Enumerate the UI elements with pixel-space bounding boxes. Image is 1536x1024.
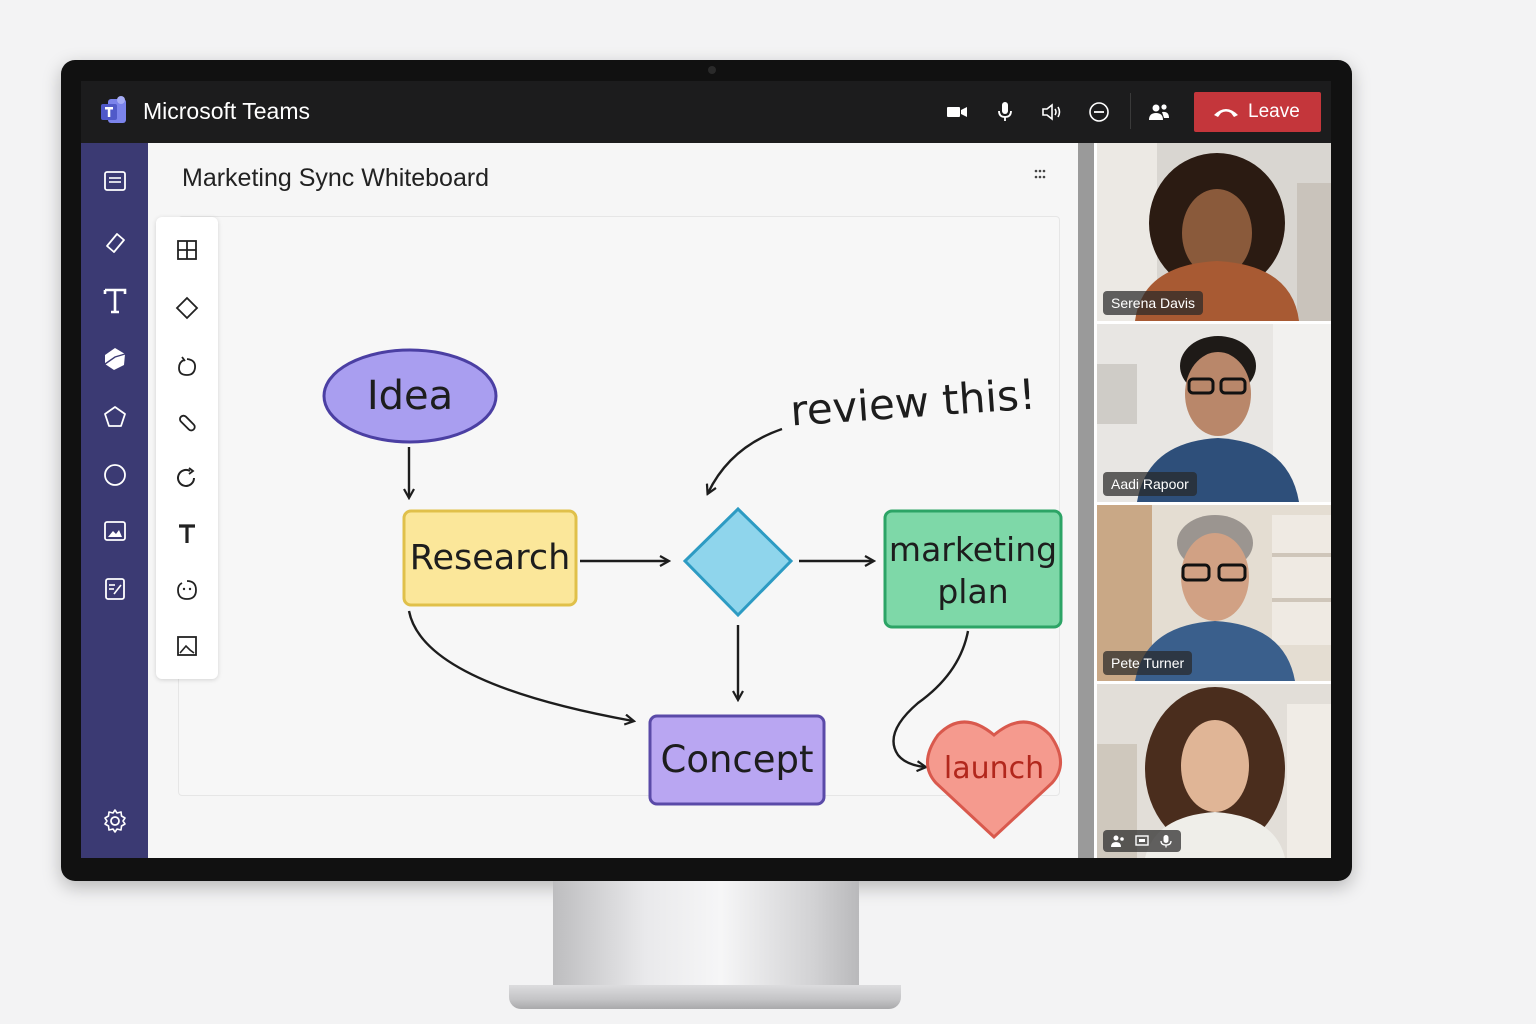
pentagon-icon[interactable] [101,403,129,431]
rotate-icon[interactable] [174,465,200,491]
reaction-icon[interactable] [174,577,200,603]
shape-icon[interactable] [101,345,129,373]
notes-icon[interactable] [101,167,129,195]
participant-tile[interactable]: Serena Davis [1097,143,1331,321]
hang-up-icon [1214,109,1238,117]
image-icon[interactable] [101,517,129,545]
settings-icon[interactable] [101,807,129,835]
monitor-stand-neck [553,881,859,997]
research-label: Research [409,537,571,578]
screen-share-icon [1135,835,1149,846]
participant-name: Pete Turner [1103,651,1193,675]
people-icon[interactable] [1146,99,1172,125]
diamond-icon[interactable] [174,295,200,321]
idea-label: Idea [366,373,454,419]
participant-name: Serena Davis [1103,291,1204,315]
arrow-research-concept [407,610,633,721]
leave-button[interactable]: Leave [1194,92,1321,132]
pen-icon[interactable] [174,409,200,435]
minus-circle-icon[interactable] [1086,99,1112,125]
launch-label: launch [943,751,1045,787]
app-title: Microsoft Teams [143,98,311,124]
microphone-icon[interactable] [992,99,1018,125]
decision-node-shape[interactable] [682,506,794,618]
webcam [708,66,716,74]
video-camera-icon[interactable] [944,99,970,125]
title-bar: Microsoft Teams Leave [81,81,1331,143]
grid-icon[interactable] [174,237,200,263]
screen: Microsoft Teams Leave Marketing Sync Whi… [81,81,1331,858]
eraser-icon[interactable] [101,229,129,257]
plan-label: plan [937,571,1009,611]
participant-tile[interactable]: Aadi Rapoor [1097,324,1331,502]
form-icon[interactable] [101,575,129,603]
left-rail [81,143,148,858]
participant-tile[interactable] [1097,684,1331,858]
panel-divider[interactable] [1078,143,1094,858]
whiteboard-area: Marketing Sync Whiteboard Idea Research … [148,143,1078,858]
mic-icon [1160,835,1172,848]
monitor-stand-base [509,985,901,1009]
participant-status-icons [1103,830,1181,852]
image-icon[interactable] [174,633,200,659]
marketing-label: marketing [888,529,1058,569]
text-icon[interactable] [101,287,129,315]
participant-name: Aadi Rapoor [1103,472,1197,496]
leave-label: Leave [1248,101,1300,122]
arrow-note-decision [708,427,783,493]
text-tool-icon[interactable] [174,521,200,547]
teams-logo-icon [99,95,129,127]
speaker-icon[interactable] [1039,99,1065,125]
participant-tile[interactable]: Pete Turner [1097,505,1331,681]
circle-icon[interactable] [101,461,129,489]
titlebar-separator [1130,93,1131,129]
person-icon [1111,835,1124,847]
lasso-icon[interactable] [174,353,200,379]
drawing-toolbar [156,217,218,679]
concept-label: Concept [660,737,814,781]
